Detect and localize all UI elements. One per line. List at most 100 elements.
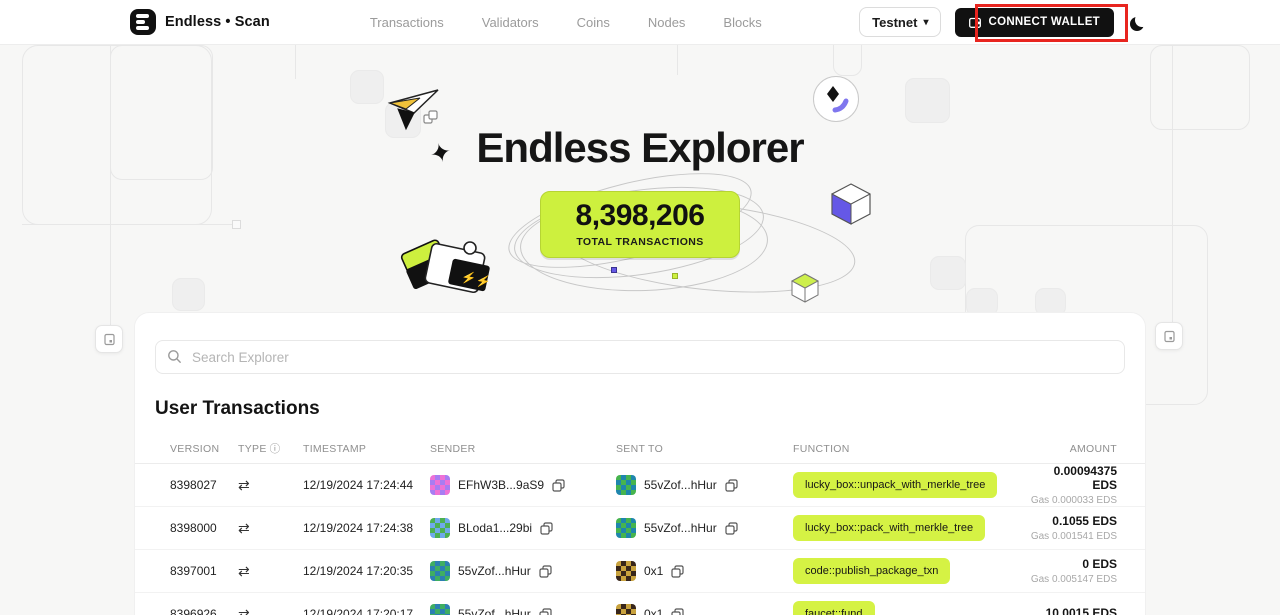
sent-to-address-link[interactable]: 55vZof...hHur xyxy=(644,521,717,535)
amount-cell: 0.1055 EDS Gas 0.001541 EDS xyxy=(1029,514,1117,542)
chevron-down-icon: ▾ xyxy=(923,17,928,28)
search-icon xyxy=(167,349,182,364)
amount-cell: 0 EDS Gas 0.005147 EDS xyxy=(1029,557,1117,585)
connect-wallet-label: CONNECT WALLET xyxy=(988,16,1100,28)
avatar xyxy=(616,604,636,615)
sent-to-address-link[interactable]: 0x1 xyxy=(644,564,663,578)
avatar xyxy=(430,518,450,538)
gas-value: Gas 0.000033 EDS xyxy=(1029,495,1117,506)
copy-icon[interactable] xyxy=(725,522,738,535)
deco-line xyxy=(677,45,678,75)
avatar xyxy=(430,604,450,615)
sender-address-link[interactable]: BLoda1...29bi xyxy=(458,521,532,535)
sent-to-address-link[interactable]: 0x1 xyxy=(644,607,663,615)
table-row[interactable]: 8397001 ⇄ 12/19/2024 17:20:35 55vZof...h… xyxy=(135,550,1145,593)
copy-icon[interactable] xyxy=(552,479,565,492)
avatar xyxy=(430,475,450,495)
wallet-icon xyxy=(969,17,981,28)
timestamp: 12/19/2024 17:24:44 xyxy=(303,478,430,492)
table-row[interactable]: 8398027 ⇄ 12/19/2024 17:24:44 EFhW3B...9… xyxy=(135,464,1145,507)
function-cell: lucky_box::unpack_with_merkle_tree xyxy=(793,472,1029,498)
avatar xyxy=(430,561,450,581)
version-link[interactable]: 8397001 xyxy=(170,564,238,578)
deco-square xyxy=(966,288,998,316)
amount-value: 0 EDS xyxy=(1029,557,1117,571)
amount-cell: 10.0015 EDS xyxy=(1029,606,1117,615)
brand[interactable]: Endless • Scan xyxy=(130,9,270,35)
coin-illustration xyxy=(813,76,859,122)
nav-nodes[interactable]: Nodes xyxy=(648,15,686,30)
nav-coins[interactable]: Coins xyxy=(577,15,610,30)
sender-address-link[interactable]: EFhW3B...9aS9 xyxy=(458,478,544,492)
deco-outline-rect xyxy=(1150,45,1250,130)
col-version: VERSION xyxy=(170,443,238,455)
network-selector-button[interactable]: Testnet ▾ xyxy=(859,7,941,37)
copy-icon[interactable] xyxy=(671,565,684,578)
moon-icon xyxy=(1135,13,1148,27)
transfer-type-icon: ⇄ xyxy=(238,520,303,537)
copy-icon[interactable] xyxy=(540,522,553,535)
transfer-type-icon: ⇄ xyxy=(238,477,303,494)
function-badge[interactable]: code::publish_package_txn xyxy=(793,558,950,584)
function-badge[interactable]: faucet::fund xyxy=(793,601,875,615)
wallet-illustration: ⚡⚡ xyxy=(398,234,502,300)
nav-blocks[interactable]: Blocks xyxy=(723,15,761,30)
gas-value: Gas 0.005147 EDS xyxy=(1029,574,1117,585)
explorer-panel: User Transactions VERSION TYPEⓘ TIMESTAM… xyxy=(135,313,1145,615)
nav-validators[interactable]: Validators xyxy=(482,15,539,30)
sender-address-link[interactable]: 55vZof...hHur xyxy=(458,564,531,578)
version-link[interactable]: 8398027 xyxy=(170,478,238,492)
transactions-table: VERSION TYPEⓘ TIMESTAMP SENDER SENT TO F… xyxy=(135,434,1145,615)
col-amount: AMOUNT xyxy=(1029,443,1117,455)
function-badge[interactable]: lucky_box::pack_with_merkle_tree xyxy=(793,515,985,541)
top-navigation-bar: Endless • Scan Transactions Validators C… xyxy=(0,0,1280,45)
deco-line xyxy=(22,224,237,225)
brand-name: Endless • Scan xyxy=(165,14,270,30)
version-link[interactable]: 8398000 xyxy=(170,521,238,535)
sent-to-address-link[interactable]: 55vZof...hHur xyxy=(644,478,717,492)
avatar xyxy=(616,475,636,495)
amount-cell: 0.00094375 EDS Gas 0.000033 EDS xyxy=(1029,464,1117,506)
search-bar xyxy=(155,340,1125,374)
avatar xyxy=(616,518,636,538)
nav-transactions[interactable]: Transactions xyxy=(370,15,444,30)
page-title: Endless Explorer xyxy=(0,124,1280,172)
copy-icon[interactable] xyxy=(671,608,684,615)
deco-line xyxy=(1172,45,1173,325)
deco-square xyxy=(172,278,205,311)
table-row[interactable]: 8398000 ⇄ 12/19/2024 17:24:38 BLoda1...2… xyxy=(135,507,1145,550)
svg-text:⚡⚡: ⚡⚡ xyxy=(460,270,492,290)
sent-to-cell: 0x1 xyxy=(616,604,793,615)
amount-value: 0.1055 EDS xyxy=(1029,514,1117,528)
function-cell: lucky_box::pack_with_merkle_tree xyxy=(793,515,1029,541)
function-cell: code::publish_package_txn xyxy=(793,558,1029,584)
version-link[interactable]: 8396926 xyxy=(170,607,238,615)
nav-right-group: Testnet ▾ CONNECT WALLET xyxy=(859,7,1148,37)
cube-illustration xyxy=(830,182,872,226)
transfer-type-icon: ⇄ xyxy=(238,606,303,615)
table-row[interactable]: 8396926 ⇄ 12/19/2024 17:20:17 55vZof...h… xyxy=(135,593,1145,615)
dark-mode-toggle[interactable] xyxy=(1128,12,1148,32)
info-icon[interactable]: ⓘ xyxy=(270,443,281,455)
sent-to-cell: 0x1 xyxy=(616,561,793,581)
gas-value: Gas 0.001541 EDS xyxy=(1029,531,1117,542)
main-nav: Transactions Validators Coins Nodes Bloc… xyxy=(370,15,762,30)
function-badge[interactable]: lucky_box::unpack_with_merkle_tree xyxy=(793,472,997,498)
copy-icon[interactable] xyxy=(539,608,552,615)
search-input[interactable] xyxy=(155,340,1125,374)
connect-wallet-button[interactable]: CONNECT WALLET xyxy=(955,8,1114,37)
col-timestamp: TIMESTAMP xyxy=(303,443,430,455)
deco-handle xyxy=(232,220,241,229)
deco-file-badge xyxy=(95,325,123,353)
sender-address-link[interactable]: 55vZof...hHur xyxy=(458,607,531,615)
copy-icon[interactable] xyxy=(725,479,738,492)
total-transactions-card: 8,398,206 TOTAL TRANSACTIONS xyxy=(540,191,740,258)
network-selector-label: Testnet xyxy=(872,15,917,30)
deco-square xyxy=(930,256,966,290)
deco-dot-lime xyxy=(672,273,678,279)
copy-icon[interactable] xyxy=(539,565,552,578)
amount-value: 0.00094375 EDS xyxy=(1029,464,1117,492)
amount-value: 10.0015 EDS xyxy=(1029,606,1117,615)
sent-to-cell: 55vZof...hHur xyxy=(616,518,793,538)
col-type: TYPEⓘ xyxy=(238,441,303,456)
